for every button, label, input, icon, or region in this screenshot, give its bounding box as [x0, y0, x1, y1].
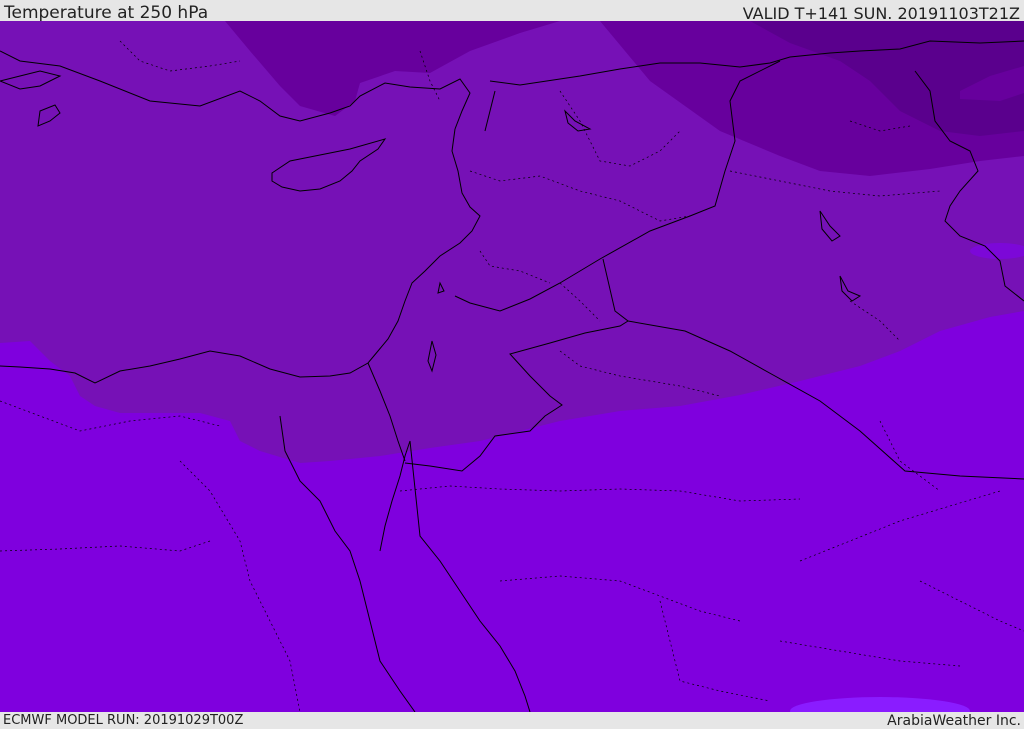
map-title: Temperature at 250 hPa	[4, 3, 209, 23]
brand-label: ArabiaWeather Inc.	[887, 713, 1021, 729]
temperature-map	[0, 21, 1024, 712]
model-run: ECMWF MODEL RUN: 20191029T00Z	[3, 713, 244, 728]
